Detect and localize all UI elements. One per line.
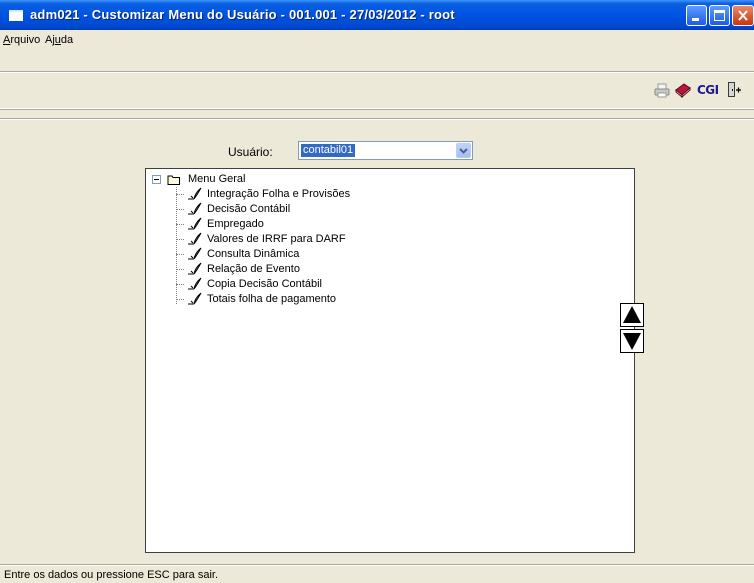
tree-branch-line [176, 269, 184, 270]
move-up-icon [623, 306, 641, 323]
move-up-button[interactable] [620, 303, 644, 327]
app-icon [9, 10, 23, 21]
main-panel: Usuário: contabil01 Menu Geral Integraçã… [0, 118, 754, 565]
tree-branch-line [176, 254, 184, 255]
tree-connector [176, 187, 177, 304]
move-down-button[interactable] [620, 329, 644, 353]
menu-tree[interactable]: Menu Geral Integração Folha e Provisões … [145, 168, 635, 553]
minimize-button[interactable] [686, 5, 707, 26]
menu-ajuda[interactable]: Ajuda [45, 34, 73, 46]
title-bar[interactable]: adm021 - Customizar Menu do Usuário - 00… [0, 0, 754, 30]
tree-item-label: Valores de IRRF para DARF [207, 233, 346, 245]
toolbar: CGI [0, 71, 754, 109]
tree-branch-line [176, 224, 184, 225]
maximize-button[interactable] [709, 5, 730, 26]
user-select[interactable]: contabil01 [298, 141, 473, 160]
menu-bar: Arquivo Ajuda [0, 30, 754, 50]
move-down-icon [623, 333, 641, 350]
exit-door-icon[interactable] [726, 81, 742, 99]
quill-icon [188, 247, 202, 260]
tree-branch-line [176, 209, 184, 210]
window-title: adm021 - Customizar Menu do Usuário - 00… [30, 7, 455, 22]
maximize-icon [714, 10, 725, 21]
book-icon[interactable] [674, 82, 692, 98]
quill-icon [188, 277, 202, 290]
tree-item-label: Relação de Evento [207, 263, 300, 275]
tree-item-label: Decisão Contábil [207, 203, 291, 215]
chevron-down-icon [459, 148, 468, 154]
tree-item-label: Empregado [207, 218, 264, 230]
tree-item-label: Consulta Dinâmica [207, 248, 300, 260]
menu-arquivo[interactable]: Arquivo [3, 34, 40, 46]
user-select-value: contabil01 [301, 144, 356, 157]
close-icon [738, 10, 748, 21]
tree-branch-line [176, 299, 184, 300]
cgi-icon[interactable]: CGI [697, 83, 719, 97]
printer-icon[interactable] [654, 83, 670, 98]
status-text: Entre os dados ou pressione ESC para sai… [4, 569, 219, 581]
collapse-icon[interactable] [152, 175, 161, 184]
quill-icon [188, 217, 202, 230]
tree-root-label: Menu Geral [188, 173, 246, 185]
quill-icon [188, 292, 202, 305]
folder-icon [167, 175, 180, 185]
menu-ajuda-label-start: Aj [45, 34, 55, 46]
minimize-icon [692, 18, 699, 21]
dropdown-button[interactable] [456, 143, 471, 158]
close-button[interactable] [732, 5, 754, 26]
quill-icon [188, 187, 202, 200]
quill-icon [188, 202, 202, 215]
tree-item-label: Integração Folha e Provisões [207, 188, 351, 200]
tree-branch-line [176, 284, 184, 285]
tree-item-label: Copia Decisão Contábil [207, 278, 322, 290]
tree-branch-line [176, 239, 184, 240]
menu-arquivo-label: rquivo [10, 34, 41, 46]
quill-icon [188, 232, 202, 245]
quill-icon [188, 262, 202, 275]
tree-item-label: Totais folha de pagamento [207, 293, 337, 305]
user-label: Usuário: [228, 145, 273, 159]
status-bar: Entre os dados ou pressione ESC para sai… [0, 564, 754, 583]
tree-branch-line [176, 194, 184, 195]
menu-ajuda-label-end: da [60, 34, 74, 46]
